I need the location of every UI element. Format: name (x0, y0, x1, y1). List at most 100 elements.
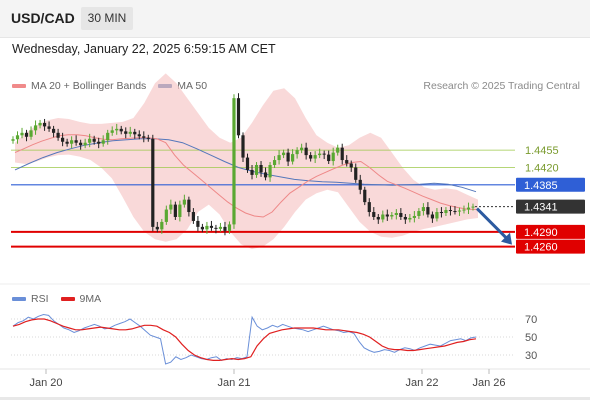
candle-body (304, 147, 308, 156)
candle-body (457, 210, 462, 212)
candle-body (390, 214, 394, 217)
candle-body (394, 213, 398, 215)
candle (209, 220, 214, 231)
rsi-9ma-line (12, 318, 477, 361)
candle-body (227, 224, 232, 231)
candle-body (245, 157, 250, 170)
candle-body (439, 212, 444, 214)
rsi-line (12, 313, 477, 365)
candle-body (196, 220, 200, 227)
candle-body (97, 141, 101, 144)
candle-body (417, 211, 421, 216)
x-tick-label: Jan 20 (29, 377, 62, 389)
candle-body (399, 213, 403, 217)
candle (11, 136, 15, 144)
candle-body (155, 226, 159, 230)
candle-body (151, 138, 155, 227)
candle-body (421, 207, 425, 212)
candle-body (466, 207, 471, 210)
candle-body (20, 132, 24, 136)
candle-body (146, 137, 150, 139)
candle-body (74, 140, 78, 143)
candle-body (322, 153, 326, 155)
candle-body (412, 215, 416, 218)
candle-body (345, 160, 349, 164)
candle (236, 93, 241, 139)
candle-body (223, 226, 227, 231)
candle-body (349, 163, 353, 168)
candle-body (83, 142, 87, 146)
candle-body (137, 134, 141, 137)
candle-body (291, 154, 295, 162)
x-tick-label: Jan 22 (405, 377, 438, 389)
candle-body (354, 167, 358, 180)
rsi-tick-label: 50 (525, 332, 537, 344)
candle-body (209, 225, 214, 228)
candle-body (205, 225, 209, 230)
candle-body (61, 137, 65, 142)
candle-body (218, 226, 223, 229)
chart-canvas: 1.4455 1.4420 1.4385 1.4290 1.4260 1.4341 70 50… (0, 73, 590, 389)
candle (241, 132, 245, 163)
candle-body (372, 212, 376, 217)
candle-body (88, 138, 92, 143)
candle-body (277, 155, 281, 161)
candle-body (164, 209, 168, 222)
candle-body (272, 160, 277, 165)
candle-body (173, 204, 177, 217)
x-tick-label: Jan 26 (472, 377, 505, 389)
x-tick-label: Jan 21 (217, 377, 250, 389)
candle-body (214, 227, 218, 229)
candle-body (453, 211, 457, 213)
candle-body (11, 139, 15, 141)
level-label-1-4260: 1.4260 (524, 242, 558, 254)
candle-body (47, 126, 51, 129)
candle (151, 134, 155, 232)
candle-body (51, 128, 56, 133)
candle-body (448, 210, 453, 212)
candle-body (268, 165, 272, 178)
candle-body (187, 199, 191, 213)
candle-body (263, 172, 268, 178)
candle-body (309, 155, 313, 159)
candle-body (462, 209, 466, 211)
candle-body (38, 122, 42, 126)
level-label-1-4290: 1.4290 (524, 227, 558, 239)
candle-body (110, 130, 114, 133)
candle-body (340, 147, 344, 161)
candle-body (33, 125, 38, 131)
candle-body (367, 202, 371, 213)
forecast-arrow-shaft (475, 207, 510, 241)
candle-body (124, 131, 128, 134)
candle-body (385, 214, 389, 217)
candle-body (435, 212, 439, 219)
candle-body (191, 212, 195, 221)
candle-body (42, 122, 47, 127)
candle (196, 215, 200, 232)
candle-body (241, 135, 245, 158)
candle-body (336, 147, 340, 153)
candle-body (286, 152, 290, 162)
rsi-tick-label: 30 (525, 350, 537, 362)
candle-body (426, 207, 430, 215)
candle-body (376, 216, 380, 220)
candle-body (281, 152, 286, 156)
candle-body (106, 132, 110, 141)
candle-body (408, 217, 412, 220)
candle-body (119, 128, 123, 132)
candle (218, 222, 223, 232)
candle-body (182, 199, 186, 205)
rsi-tick-label: 70 (525, 314, 537, 326)
candle-body (403, 216, 407, 220)
last-price-label: 1.4341 (524, 202, 558, 214)
candle (232, 94, 236, 229)
candle-body (444, 210, 448, 214)
candle-body (259, 165, 263, 173)
candle-body (65, 141, 69, 144)
candle-body (133, 131, 137, 135)
candle-body (70, 140, 74, 144)
candle-body (200, 226, 205, 230)
candle-body (160, 221, 164, 230)
candle-body (313, 155, 317, 159)
candle-body (430, 214, 435, 219)
